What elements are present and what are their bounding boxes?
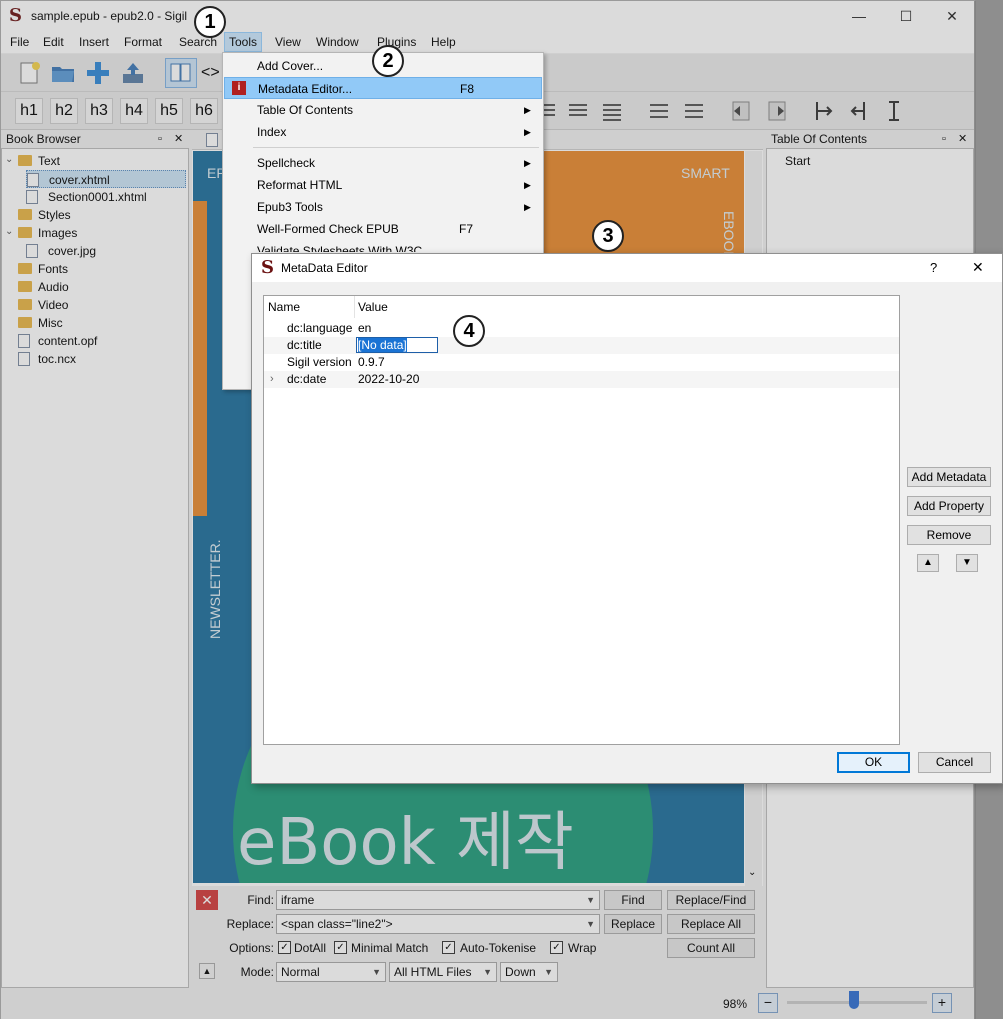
ok-button[interactable]: OK: [837, 752, 910, 773]
callout-3: 3: [592, 220, 624, 252]
metadata-editor-dialog: S MetaData Editor ? ✕ Name Value dc:lang…: [251, 253, 1003, 784]
menu-separator: [253, 147, 539, 148]
column-header-name[interactable]: Name: [268, 300, 300, 314]
sigil-logo-icon: S: [261, 257, 274, 278]
table-row[interactable]: dc:language en: [264, 320, 899, 337]
move-up-icon[interactable]: ▲: [917, 554, 939, 572]
row-value[interactable]: 2022-10-20: [358, 371, 419, 388]
dialog-close-icon[interactable]: ✕: [972, 259, 984, 276]
add-property-button[interactable]: Add Property: [907, 496, 991, 516]
table-row[interactable]: dc:title [No data]: [264, 337, 899, 354]
add-metadata-button[interactable]: Add Metadata: [907, 467, 991, 487]
callout-2: 2: [372, 45, 404, 77]
row-name: dc:language: [287, 321, 353, 335]
menu-metadata-editor[interactable]: i Metadata Editor... F8: [224, 77, 542, 99]
menu-epub3-tools[interactable]: Epub3 Tools ▶: [224, 196, 542, 218]
cancel-button[interactable]: Cancel: [918, 752, 991, 773]
callout-1: 1: [194, 6, 226, 38]
table-row[interactable]: Sigil version 0.9.7: [264, 354, 899, 371]
submenu-arrow-icon: ▶: [524, 158, 531, 168]
menu-spellcheck[interactable]: Spellcheck ▶: [224, 152, 542, 174]
menu-well-formed-check[interactable]: Well-Formed Check EPUB F7: [224, 218, 542, 240]
submenu-arrow-icon: ▶: [524, 180, 531, 190]
table-row[interactable]: › dc:date 2022-10-20: [264, 371, 899, 388]
help-icon[interactable]: ?: [930, 260, 937, 275]
row-name: Sigil version: [287, 355, 352, 369]
row-name: dc:title: [287, 338, 322, 352]
row-value[interactable]: 0.9.7: [358, 354, 385, 371]
info-icon: i: [232, 81, 246, 95]
expand-arrow-icon[interactable]: ›: [270, 371, 274, 388]
column-header-value[interactable]: Value: [358, 300, 388, 314]
menu-validate-stylesheets[interactable]: Validate Stylesheets With W3C: [224, 240, 542, 252]
submenu-arrow-icon: ▶: [524, 105, 531, 115]
dialog-title: MetaData Editor: [281, 261, 368, 275]
dialog-title-bar: S MetaData Editor ? ✕: [252, 254, 1002, 282]
callout-4: 4: [453, 315, 485, 347]
row-value[interactable]: en: [358, 320, 371, 337]
move-down-icon[interactable]: ▼: [956, 554, 978, 572]
title-value-input[interactable]: [No data]: [356, 337, 438, 353]
menu-reformat-html[interactable]: Reformat HTML ▶: [224, 174, 542, 196]
metadata-table: Name Value dc:language en dc:title [No d…: [263, 295, 900, 745]
remove-button[interactable]: Remove: [907, 525, 991, 545]
submenu-arrow-icon: ▶: [524, 202, 531, 212]
submenu-arrow-icon: ▶: [524, 127, 531, 137]
menu-index[interactable]: Index ▶: [224, 121, 542, 143]
menu-table-of-contents[interactable]: Table Of Contents ▶: [224, 99, 542, 121]
column-separator: [354, 296, 355, 318]
row-name: dc:date: [287, 372, 327, 386]
